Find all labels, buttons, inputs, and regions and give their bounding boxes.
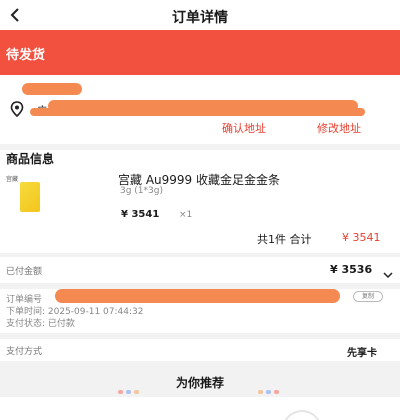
product-card: 商品信息 宫藏 宫藏 Au9999 收藏金足金金条 3g (1*3g) ¥ 35… <box>0 150 400 253</box>
order-total-label: 共1件 合计 <box>257 233 312 246</box>
payment-method-value: 先享卡 <box>347 348 377 359</box>
order-status-banner: 待发货 <box>0 30 400 75</box>
payment-method-row: 支付方式 先享卡 <box>0 339 400 361</box>
navigation-bar: 订单详情 <box>0 0 400 30</box>
redacted-address-line <box>30 108 365 116</box>
order-detail-page: 订单详情 待发货 广 确认地址 修改地址 商品信息 宫藏 宫藏 Au9999 收… <box>0 0 400 420</box>
order-total-amount: ¥ 3541 <box>342 231 381 244</box>
product-section-title: 商品信息 <box>6 152 55 166</box>
redacted-recipient-name <box>22 83 82 95</box>
address-card: 广 确认地址 修改地址 <box>0 75 400 144</box>
location-pin-icon <box>10 101 24 118</box>
modify-address-link[interactable]: 修改地址 <box>317 120 361 136</box>
product-quantity: ×1 <box>179 210 193 220</box>
recommend-title: 为你推荐 <box>175 376 224 390</box>
chevron-down-icon[interactable] <box>383 265 393 279</box>
redacted-order-number <box>55 289 340 303</box>
order-status-text: 待发货 <box>6 48 46 63</box>
product-spec: 3g (1*3g) <box>120 186 163 196</box>
recommend-list <box>0 397 400 420</box>
decorative-dots-icon <box>258 380 280 394</box>
copy-button[interactable]: 复制 <box>353 291 383 302</box>
paid-amount-row[interactable]: 已付金额 ¥ 3536 <box>0 257 400 283</box>
page-title: 订单详情 <box>172 10 228 26</box>
paid-amount-label: 已付金额 <box>6 267 43 277</box>
confirm-address-link[interactable]: 确认地址 <box>222 120 266 136</box>
product-thumbnail[interactable] <box>20 182 40 212</box>
order-info-card: 订单编号 复制 下单时间: 2025-09-11 07:44:32 支付状态: … <box>0 289 400 333</box>
payment-method-label: 支付方式 <box>6 347 43 357</box>
product-price: ¥ 3541 <box>121 209 160 220</box>
payment-status: 支付状态: 已付款 <box>6 319 75 329</box>
paid-amount-value: ¥ 3536 <box>330 263 373 276</box>
